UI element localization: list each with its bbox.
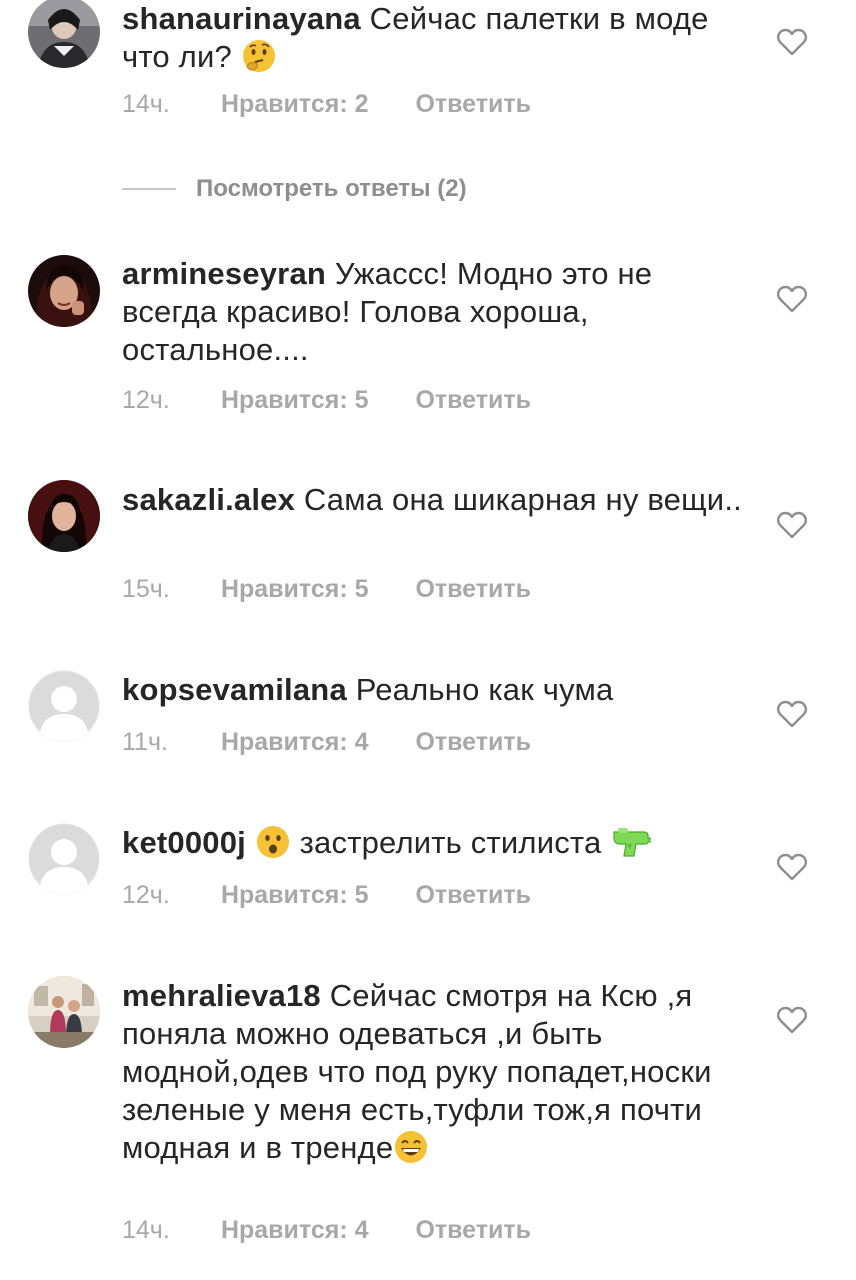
comment-time: 12ч. xyxy=(122,881,170,909)
reply-button[interactable]: Ответить xyxy=(415,728,531,757)
heart-outline-icon[interactable] xyxy=(776,853,808,881)
heart-outline-icon[interactable] xyxy=(776,285,808,313)
comment-likes[interactable]: Нравится: 4 xyxy=(221,728,369,757)
reply-button[interactable]: Ответить xyxy=(415,881,531,910)
comment-meta: 12ч. Нравится: 5 Ответить xyxy=(122,386,531,415)
reply-button[interactable]: Ответить xyxy=(415,575,531,604)
heart-outline-icon[interactable] xyxy=(776,28,808,56)
comment-time: 14ч. xyxy=(122,1216,170,1244)
comment-text: sakazli.alex Сама она шикарная ну вещи.. xyxy=(122,481,742,519)
comment-text: armineseyran Ужассс! Модно это не всегда… xyxy=(122,255,742,369)
comment-meta: 14ч. Нравится: 2 Ответить xyxy=(122,90,531,119)
avatar[interactable] xyxy=(28,255,100,327)
view-replies-divider xyxy=(122,188,176,190)
avatar[interactable] xyxy=(28,976,100,1048)
comment-text: ket0000j застрелить стилиста xyxy=(122,824,742,862)
comment-likes[interactable]: Нравится: 5 xyxy=(221,575,369,604)
comment-meta: 14ч. Нравится: 4 Ответить xyxy=(122,1216,531,1245)
avatar[interactable] xyxy=(28,480,100,552)
avatar-placeholder-icon[interactable] xyxy=(28,670,100,742)
heart-outline-icon[interactable] xyxy=(776,1006,808,1034)
view-replies-label[interactable]: Посмотреть ответы (2) xyxy=(196,175,467,203)
comment-likes[interactable]: Нравится: 2 xyxy=(221,90,369,119)
comment-likes[interactable]: Нравится: 5 xyxy=(221,386,369,415)
water-pistol-icon xyxy=(610,824,654,860)
comment-time: 11ч. xyxy=(122,728,168,756)
comment-time: 15ч. xyxy=(122,575,170,603)
view-replies-button[interactable]: Посмотреть ответы (2) xyxy=(122,174,467,204)
comment-time: 12ч. xyxy=(122,386,170,414)
reply-button[interactable]: Ответить xyxy=(415,1216,531,1245)
comment-body: застрелить стилиста xyxy=(299,825,602,860)
reply-button[interactable]: Ответить xyxy=(415,386,531,415)
comment-body: Реально как чума xyxy=(355,672,614,707)
grinning-face-icon xyxy=(393,1129,429,1165)
comment-username[interactable]: kopsevamilana xyxy=(122,672,347,707)
heart-outline-icon[interactable] xyxy=(776,700,808,728)
comment-text: kopsevamilana Реально как чума xyxy=(122,671,742,709)
comment-text: shanaurinayana Сейчас палетки в моде что… xyxy=(122,0,742,76)
comment-username[interactable]: shanaurinayana xyxy=(122,1,361,36)
comment-username[interactable]: ket0000j xyxy=(122,825,246,860)
avatar-placeholder-icon[interactable] xyxy=(28,823,100,895)
comment-body: Сама она шикарная ну вещи.. xyxy=(303,482,742,517)
comment-meta: 11ч. Нравится: 4 Ответить xyxy=(122,728,531,757)
comment-time: 14ч. xyxy=(122,90,170,118)
thinking-face-icon xyxy=(241,38,277,74)
comment-meta: 12ч. Нравится: 5 Ответить xyxy=(122,881,531,910)
comment-likes[interactable]: Нравится: 4 xyxy=(221,1216,369,1245)
comment-username[interactable]: armineseyran xyxy=(122,256,326,291)
comment-meta: 15ч. Нравится: 5 Ответить xyxy=(122,575,531,604)
avatar[interactable] xyxy=(28,0,100,68)
heart-outline-icon[interactable] xyxy=(776,511,808,539)
comment-likes[interactable]: Нравится: 5 xyxy=(221,881,369,910)
comment-username[interactable]: sakazli.alex xyxy=(122,482,295,517)
reply-button[interactable]: Ответить xyxy=(415,90,531,119)
comment-username[interactable]: mehralieva18 xyxy=(122,978,321,1013)
comment-text: mehralieva18 Сейчас смотря на Ксю ,я пон… xyxy=(122,977,742,1167)
frowning-face-icon xyxy=(255,824,291,860)
